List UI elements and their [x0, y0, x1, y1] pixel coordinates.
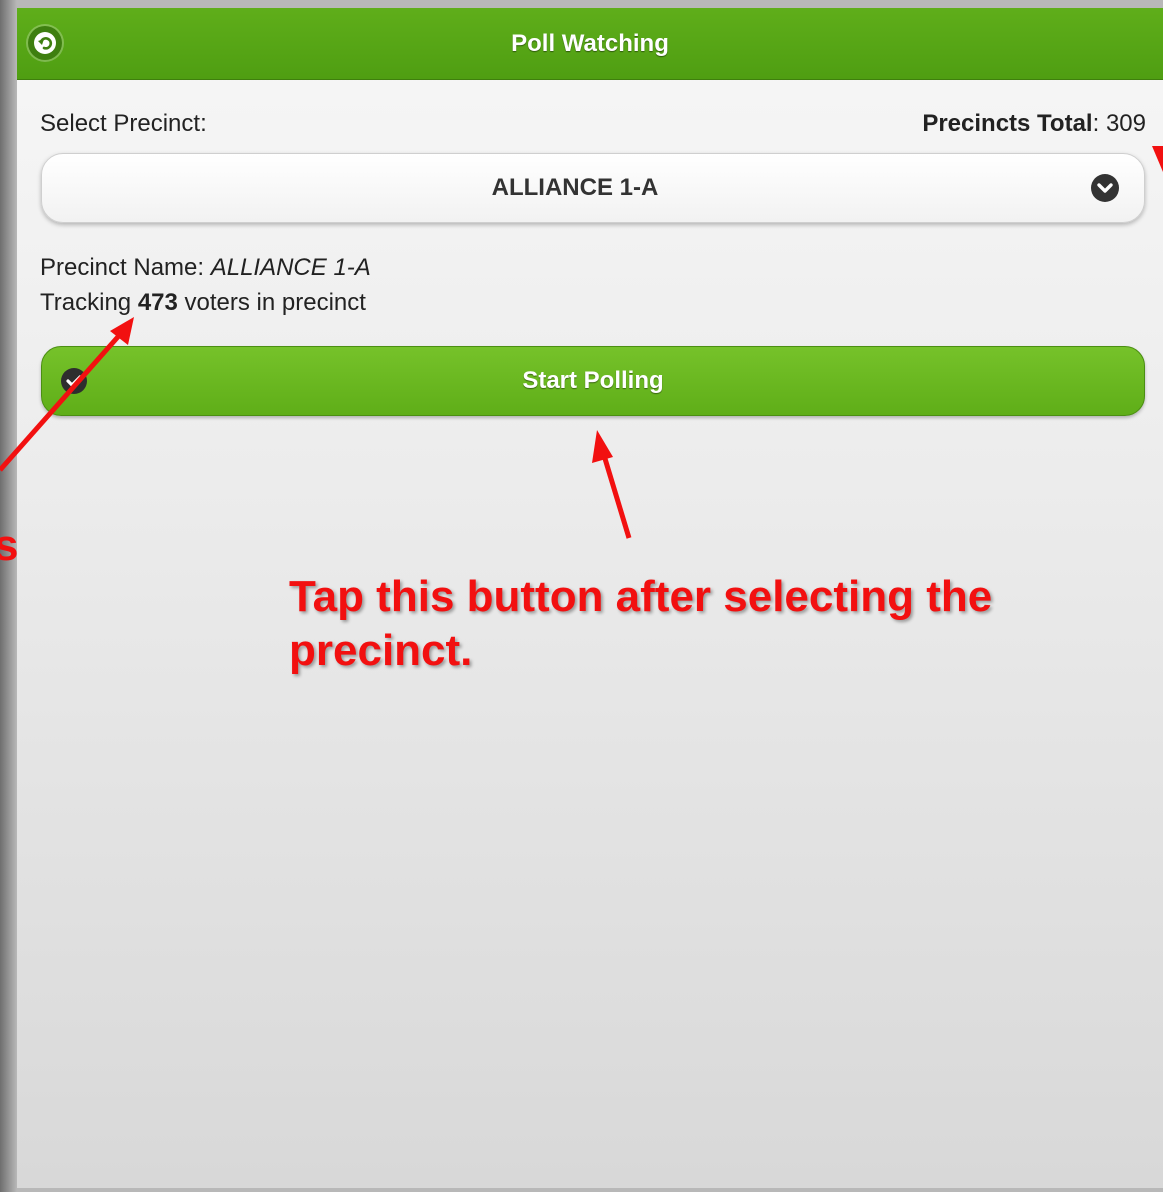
- annotation-overlay: s: [0, 146, 1163, 570]
- arrow-to-precincts-total: [1152, 146, 1163, 172]
- partial-left-annotation: s: [0, 521, 18, 570]
- arrow-to-start-button: [592, 430, 632, 539]
- arrow-to-tracking-count: [0, 317, 134, 472]
- window-frame: Poll Watching Select Precinct: Precincts…: [0, 0, 1163, 1192]
